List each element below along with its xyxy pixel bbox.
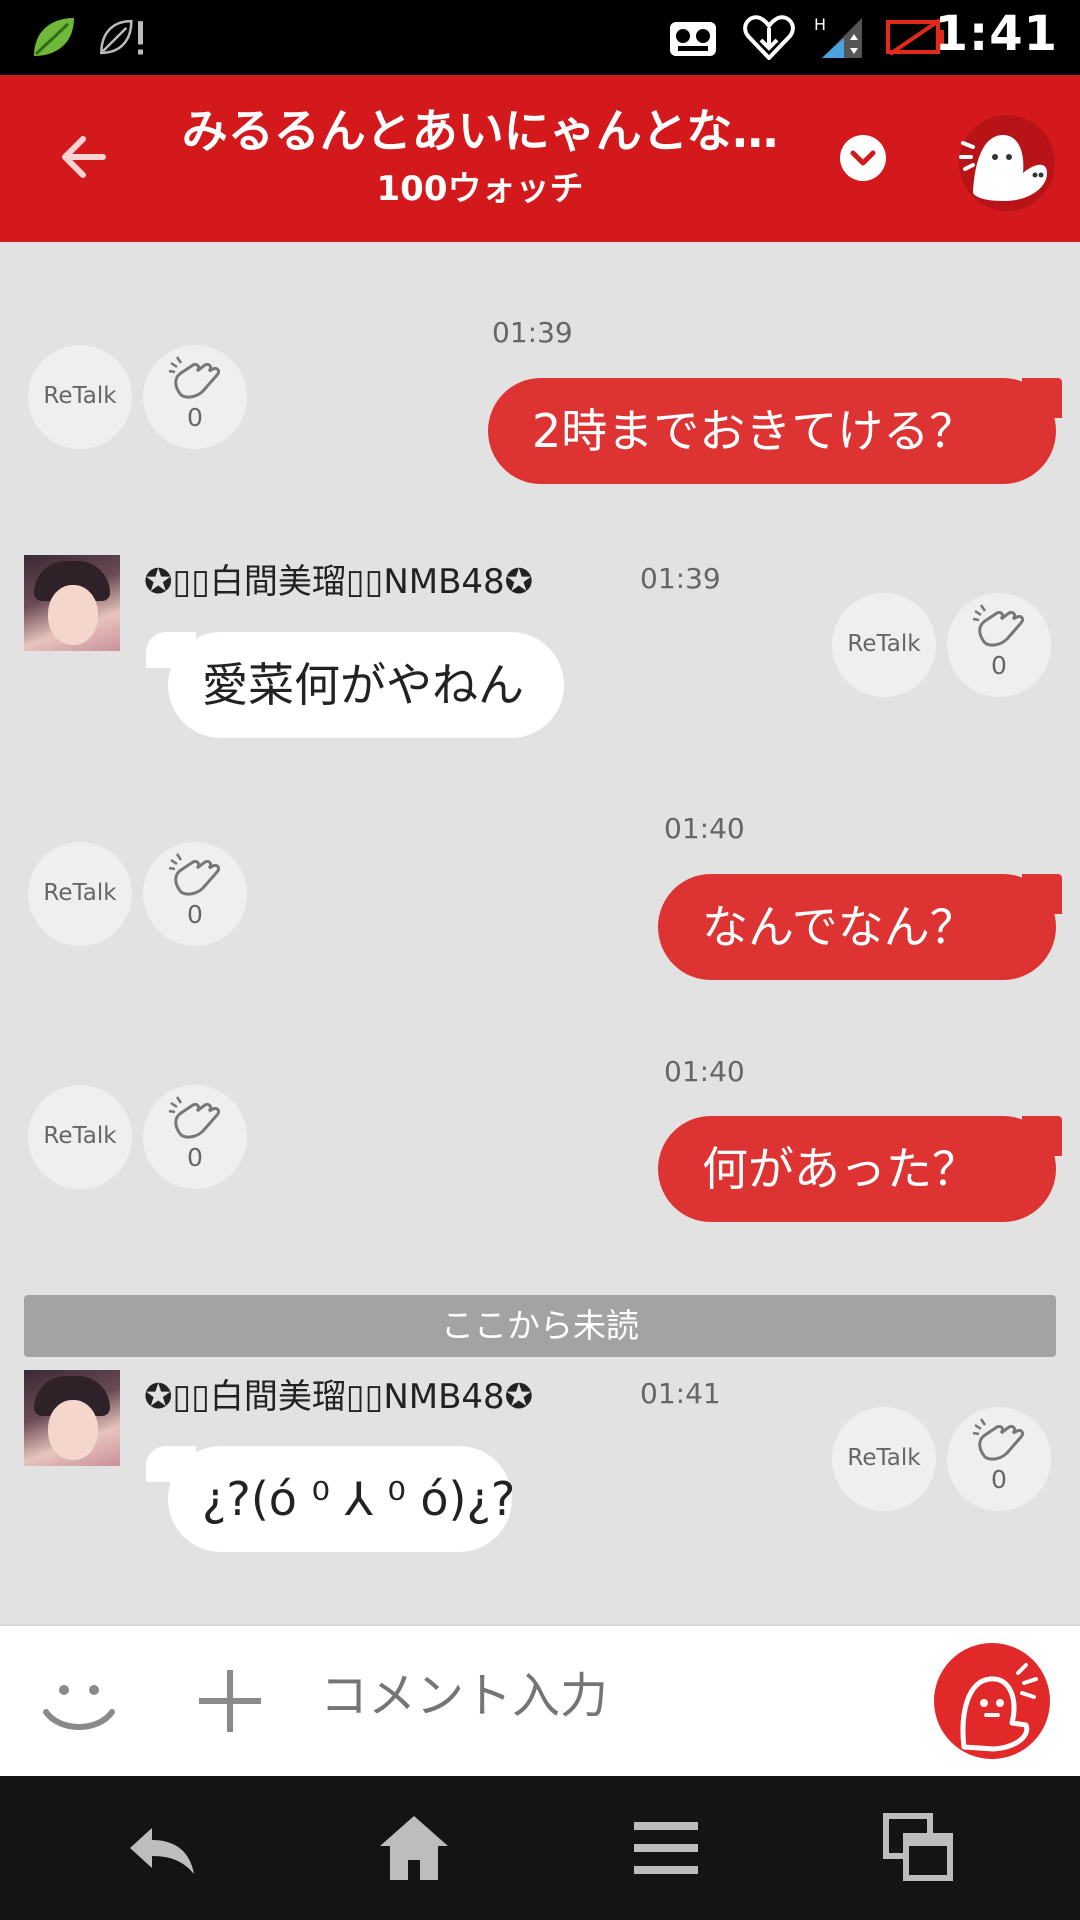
message-time: 01:40: [664, 1055, 745, 1088]
clap-button[interactable]: 0: [143, 842, 247, 946]
message-bubble-incoming[interactable]: 愛菜何がやねん: [146, 632, 564, 738]
clap-count: 0: [991, 651, 1007, 680]
clap-icon: [168, 853, 221, 896]
svg-text:H: H: [814, 15, 826, 34]
voicemail-icon: [670, 22, 716, 56]
leaf-notification-icon: [34, 18, 74, 56]
clap-button[interactable]: 0: [947, 593, 1051, 697]
clap-icon: [168, 356, 221, 399]
message-text: 何があった？: [702, 1142, 978, 1196]
android-nav-bar: [0, 1776, 1080, 1920]
chat-header: みるるんとあいにゃんとな… 100ウォッチ: [0, 75, 1080, 242]
watch-count[interactable]: 100ウォッチ: [280, 161, 680, 210]
sender-name[interactable]: ✪▯▯白間美瑠▯▯NMB48✪: [144, 1369, 533, 1418]
signal-icon: H: [814, 15, 862, 58]
retalk-label: ReTalk: [43, 880, 117, 906]
status-bar: H 1:41: [0, 0, 1080, 75]
chat-list[interactable]: 01:39 ReTalk 0 2時までおきてける？ ✪▯▯白間美瑠▯▯NMB48…: [0, 242, 1080, 1624]
comment-input[interactable]: [320, 1668, 880, 1724]
retalk-button[interactable]: ReTalk: [28, 1085, 132, 1189]
message-bubble-incoming[interactable]: ¿?(ó ⁰ ⅄ ⁰ ó)¿?: [146, 1446, 516, 1552]
clap-button[interactable]: 0: [143, 1085, 247, 1189]
chat-title[interactable]: みるるんとあいにゃんとな…: [160, 95, 800, 161]
message-text: 愛菜何がやねん: [202, 658, 524, 712]
clap-count: 0: [187, 900, 203, 929]
clap-icon: [972, 1418, 1025, 1461]
message-bubble-outgoing[interactable]: なんでなん？: [658, 874, 1062, 980]
heart-download-icon: [743, 15, 795, 60]
clap-icon: [972, 604, 1025, 647]
message-bubble-outgoing[interactable]: 2時までおきてける？: [488, 378, 1062, 484]
retalk-label: ReTalk: [43, 383, 117, 409]
clap-button[interactable]: 0: [143, 345, 247, 449]
send-button[interactable]: [934, 1643, 1050, 1759]
plus-icon[interactable]: [195, 1666, 265, 1736]
retalk-button[interactable]: ReTalk: [832, 1407, 936, 1511]
retalk-label: ReTalk: [847, 631, 921, 657]
status-time: 1:41: [934, 6, 1058, 62]
clap-icon: [168, 1096, 221, 1139]
retalk-label: ReTalk: [847, 1445, 921, 1471]
message-bubble-outgoing[interactable]: 何があった？: [658, 1116, 1062, 1222]
nav-back-icon[interactable]: [122, 1808, 202, 1888]
message-time: 01:40: [664, 812, 745, 845]
message-text: ¿?(ó ⁰ ⅄ ⁰ ó)¿?: [202, 1472, 516, 1526]
message-text: 2時までおきてける？: [532, 404, 976, 458]
clap-count: 0: [187, 1143, 203, 1172]
nav-recents-icon[interactable]: [878, 1808, 958, 1888]
avatar[interactable]: [24, 555, 120, 651]
clap-button[interactable]: 0: [947, 1407, 1051, 1511]
retalk-button[interactable]: ReTalk: [28, 842, 132, 946]
message-time: 01:39: [492, 316, 573, 349]
nav-menu-icon[interactable]: [626, 1808, 706, 1888]
message-text: なんでなん？: [702, 900, 976, 954]
chevron-down-icon: [850, 150, 876, 166]
retalk-button[interactable]: ReTalk: [832, 593, 936, 697]
message-time: 01:41: [640, 1377, 721, 1410]
dropdown-button[interactable]: [840, 135, 886, 181]
clap-count: 0: [991, 1465, 1007, 1494]
leaf-alert-icon: [100, 19, 143, 55]
clap-count: 0: [187, 403, 203, 432]
send-mascot-icon: [960, 1663, 1038, 1752]
retalk-label: ReTalk: [43, 1123, 117, 1149]
back-arrow-icon[interactable]: [55, 127, 115, 187]
comment-input-bar: [0, 1624, 1080, 1776]
message-time: 01:39: [640, 562, 721, 595]
avatar[interactable]: [24, 1370, 120, 1466]
smiley-icon[interactable]: [40, 1664, 118, 1742]
unread-divider: ここから未読: [24, 1295, 1056, 1357]
nav-home-icon[interactable]: [374, 1808, 454, 1888]
retalk-button[interactable]: ReTalk: [28, 345, 132, 449]
mascot-icon[interactable]: [955, 113, 1055, 213]
sender-name[interactable]: ✪▯▯白間美瑠▯▯NMB48✪: [144, 554, 533, 603]
